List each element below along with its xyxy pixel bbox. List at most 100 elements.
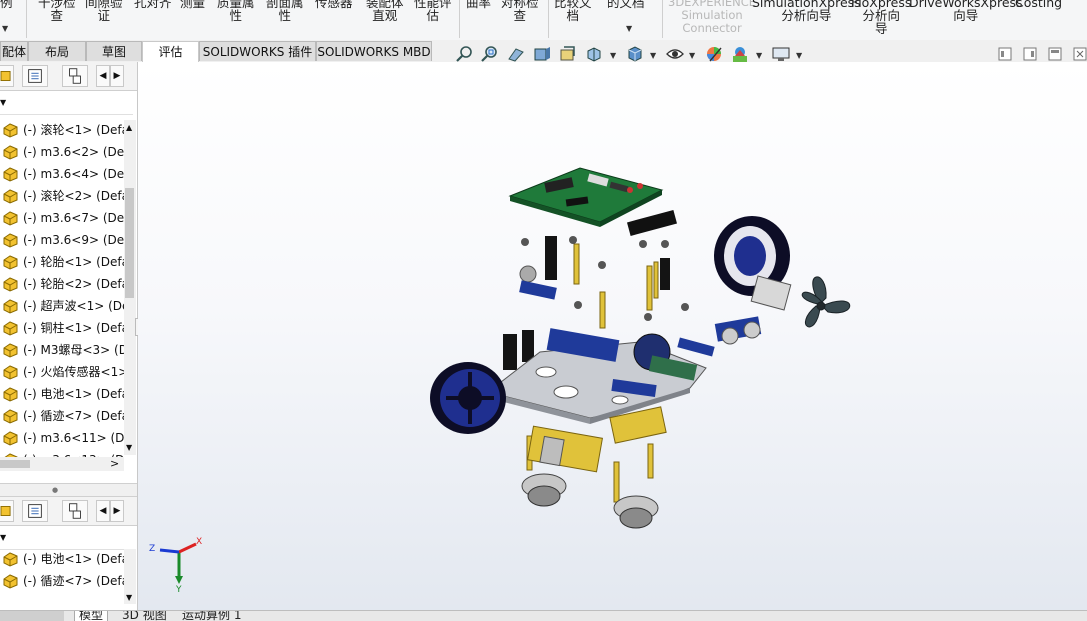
tabs-scroll-right-button[interactable]: ▶ — [110, 65, 124, 87]
tab-sketch[interactable]: 草图 — [86, 41, 142, 61]
tab-model[interactable]: 模型 — [74, 611, 109, 621]
ribbon-button-example[interactable]: 例 — [0, 0, 13, 9]
motor-left-yellow[interactable] — [527, 425, 603, 473]
tabs-scroll-left-button[interactable]: ◀ — [96, 500, 110, 522]
scrollbar-thumb[interactable] — [125, 188, 134, 298]
property-manager-tab-icon[interactable] — [22, 500, 48, 522]
costing-button[interactable]: Costing — [1015, 0, 1062, 9]
driveworksxpress-button[interactable]: DriveWorksXpress 向导 — [909, 0, 1023, 22]
dynamic-annotation-icon[interactable] — [558, 44, 578, 64]
tab-layout[interactable]: 布局 — [28, 41, 86, 61]
configuration-manager-tab-icon[interactable] — [62, 500, 88, 522]
panel-splitter[interactable]: ● — [0, 483, 137, 497]
restore-window-icon[interactable] — [995, 44, 1015, 64]
display-style-icon[interactable] — [625, 44, 645, 64]
measure-button[interactable]: 测量 — [180, 0, 205, 9]
tab-motion-study-1[interactable]: 运动算例 1 — [182, 611, 241, 621]
tabs-scroll-left-button[interactable]: ◀ — [96, 65, 110, 87]
wheel-left[interactable] — [430, 362, 506, 434]
tree-item[interactable]: (-) m3.6<2> (Def — [0, 142, 124, 162]
edit-appearance-icon[interactable] — [704, 44, 724, 64]
documents-button[interactable]: 的文档 — [607, 0, 645, 9]
maximize-window-icon[interactable] — [1045, 44, 1065, 64]
tree-item[interactable]: (-) 滚轮<1> (Defa — [0, 120, 124, 140]
tab-evaluate[interactable]: 评估 — [142, 41, 199, 62]
property-manager-tab-icon[interactable] — [22, 65, 48, 87]
scroll-right-arrow-icon[interactable]: > — [110, 457, 119, 470]
mass-properties-button[interactable]: 质量属 性 — [217, 0, 255, 22]
close-window-icon[interactable] — [1070, 44, 1087, 64]
tree-item[interactable]: (-) m3.6<4> (Def — [0, 164, 124, 184]
curvature-button[interactable]: 曲率 — [466, 0, 491, 9]
main-pcb-board[interactable] — [508, 167, 664, 227]
hole-alignment-button[interactable]: 孔对齐 — [134, 0, 172, 9]
configuration-manager-tab-icon[interactable] — [62, 65, 88, 87]
scroll-up-arrow-icon[interactable]: ▲ — [126, 123, 132, 132]
interference-check-button[interactable]: 干涉检 查 — [38, 0, 76, 22]
hide-show-items-icon[interactable] — [665, 44, 685, 64]
view-settings-icon[interactable] — [771, 44, 791, 64]
chevron-down-icon[interactable]: ▼ — [0, 533, 6, 542]
tree-item[interactable]: (-) 轮胎<1> (Defa — [0, 252, 124, 272]
chevron-down-icon[interactable]: ▼ — [689, 51, 695, 60]
tabs-scroll-right-button[interactable]: ▶ — [110, 500, 124, 522]
tab-assembly[interactable]: 配体 — [0, 41, 28, 61]
chevron-down-icon[interactable]: ▼ — [756, 51, 762, 60]
assembly-visualization-button[interactable]: 装配体 直观 — [366, 0, 404, 22]
scroll-down-arrow-icon[interactable]: ▼ — [126, 443, 132, 452]
tree-item[interactable]: (-) 循迹<7> (Defa — [0, 406, 124, 426]
tree-item[interactable]: (-) 轮胎<2> (Defa — [0, 274, 124, 294]
floxpress-button[interactable]: FloXpress 分析向 导 — [851, 0, 911, 35]
compare-documents-button[interactable]: 比较文 档 — [554, 0, 592, 22]
tree-item[interactable]: (-) m3.6<11> (De — [0, 428, 124, 448]
motor-right[interactable] — [750, 275, 792, 311]
feature-manager-tab-icon[interactable] — [0, 65, 14, 87]
tree-vertical-scrollbar[interactable]: ▼ — [124, 549, 136, 604]
feature-manager-tab-icon[interactable] — [0, 500, 14, 522]
caster-wheel-right[interactable] — [613, 495, 659, 529]
chevron-down-icon[interactable]: ▼ — [0, 98, 6, 107]
sensor-button[interactable]: 传感器 — [315, 0, 353, 9]
section-view-icon[interactable] — [532, 44, 552, 64]
tree-item[interactable]: (-) 火焰传感器<1> — [0, 362, 124, 382]
chevron-down-icon[interactable]: ▼ — [2, 24, 8, 33]
previous-view-icon[interactable] — [506, 44, 526, 64]
chevron-down-icon[interactable]: ▼ — [626, 24, 632, 33]
tree-item[interactable]: (-) m3.6<7> (Def — [0, 208, 124, 228]
tree-item[interactable]: (-) 超声波<1> (De — [0, 296, 124, 316]
tab-solidworks-mbd[interactable]: SOLIDWORKS MBD — [316, 41, 432, 61]
view-orientation-icon[interactable] — [584, 44, 604, 64]
symmetry-check-button[interactable]: 对称检 查 — [501, 0, 539, 22]
graphics-area[interactable]: X Y Z — [138, 62, 1087, 610]
chevron-down-icon[interactable]: ▼ — [610, 51, 616, 60]
chevron-down-icon[interactable]: ▼ — [796, 51, 802, 60]
tree-filter-bar[interactable]: ▼ — [0, 527, 133, 550]
tree-item[interactable]: (-) 电池<1> (Defa — [0, 549, 124, 569]
performance-evaluation-button[interactable]: 性能评 估 — [414, 0, 452, 22]
tab-solidworks-addins[interactable]: SOLIDWORKS 插件 — [199, 41, 316, 61]
tree-item[interactable]: (-) m3.6<9> (Def — [0, 230, 124, 250]
fan-blade[interactable] — [801, 276, 851, 328]
apply-scene-icon[interactable] — [730, 44, 750, 64]
tree-vertical-scrollbar[interactable]: ▲ ▼ — [124, 120, 136, 455]
tree-horizontal-scrollbar[interactable]: > — [0, 457, 124, 471]
tree-item[interactable]: (-) 循迹<7> (Defa — [0, 571, 124, 591]
tree-item[interactable]: (-) 电池<1> (Defa — [0, 384, 124, 404]
tab-3d-views[interactable]: 3D 视图 — [122, 611, 167, 621]
sensor-module[interactable] — [627, 210, 677, 236]
exploded-robot-car-model[interactable] — [138, 62, 1087, 610]
ultrasonic-sensor-front[interactable] — [714, 316, 762, 345]
splitter-grip-icon[interactable]: ● — [52, 486, 58, 494]
simulationxpress-button[interactable]: SimulationXpress 分析向导 — [752, 0, 861, 22]
scrollbar-thumb[interactable] — [0, 460, 30, 468]
tree-item[interactable]: (-) 滚轮<2> (Defa — [0, 186, 124, 206]
clearance-verification-button[interactable]: 间隙验 证 — [85, 0, 123, 22]
tree-item[interactable]: (-) 铜柱<1> (Defa — [0, 318, 124, 338]
tree-filter-bar[interactable]: ▼ — [0, 92, 133, 115]
caster-wheel-left[interactable] — [521, 473, 567, 507]
zoom-to-fit-icon[interactable] — [455, 44, 475, 64]
tile-window-icon[interactable] — [1020, 44, 1040, 64]
scroll-down-arrow-icon[interactable]: ▼ — [126, 593, 132, 602]
chevron-down-icon[interactable]: ▼ — [650, 51, 656, 60]
tree-item[interactable]: (-) M3螺母<3> (D — [0, 340, 124, 360]
